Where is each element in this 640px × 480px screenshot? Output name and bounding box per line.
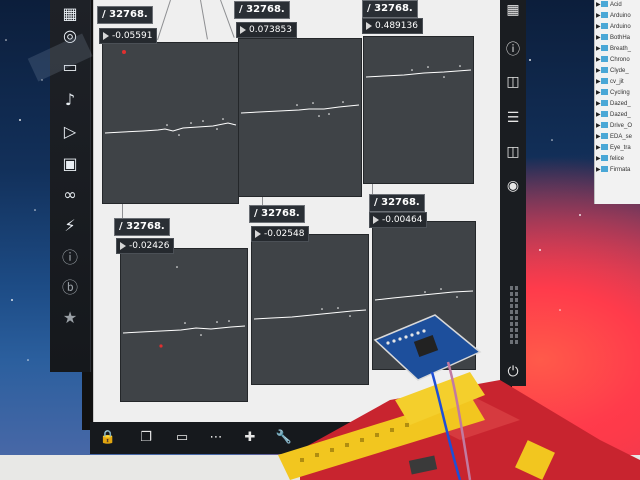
photo-scene: ▦ ◎ ▭ ♪ ▷ ▣ ∞ ⚡ ⓘ ⓑ ★ ▦ ⓘ ◫ ☰ ◫ ◉ ⏻ 🔒 ❐ … — [0, 0, 640, 480]
arduino-hardware — [0, 314, 640, 480]
